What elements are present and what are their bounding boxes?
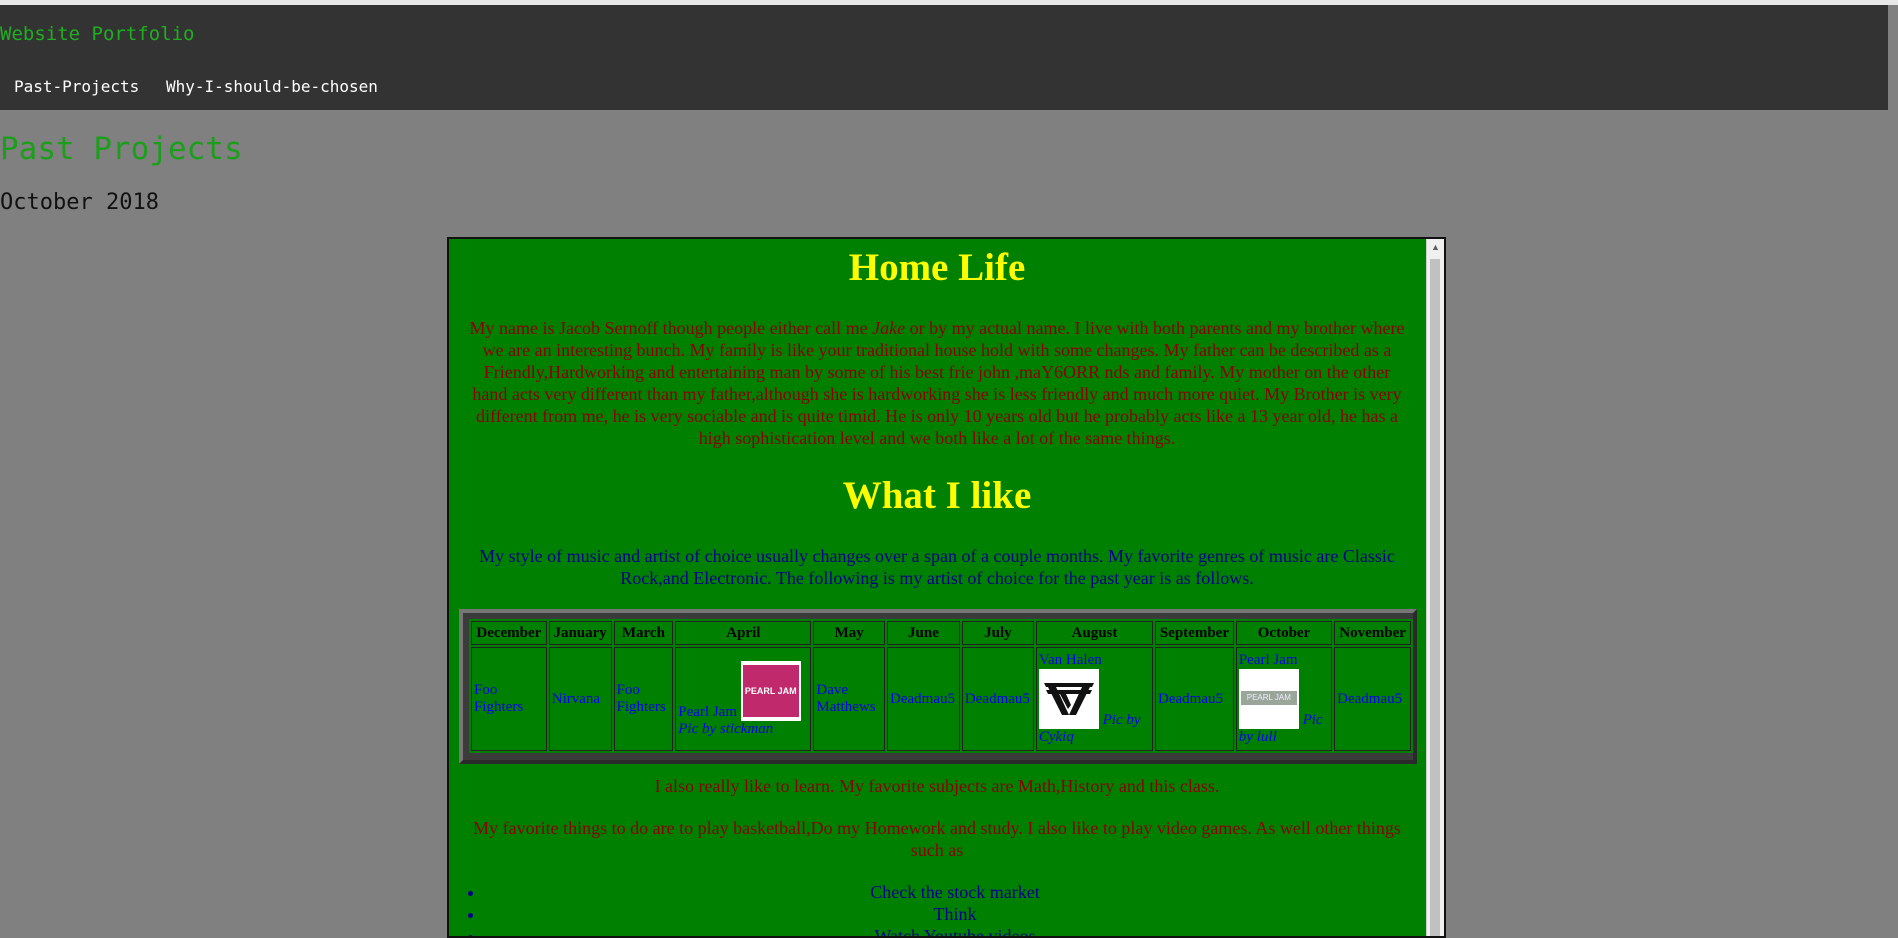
artist-link-august[interactable]: Van Halen (1039, 652, 1102, 668)
artist-link-july[interactable]: Deadmau5 (965, 691, 1030, 707)
nav-link-why-i-should-be-chosen[interactable]: Why-I-should-be-chosen (166, 77, 378, 96)
artist-link-march[interactable]: Foo Fighters (617, 682, 666, 715)
van-halen-logo-icon (1043, 683, 1094, 715)
nickname: Jake (872, 318, 906, 338)
cell-december: Foo Fighters (471, 647, 547, 751)
music-paragraph: My style of music and artist of choice u… (479, 546, 1395, 588)
header-november: November (1334, 621, 1411, 645)
what-i-like-heading: What I like (842, 474, 1032, 517)
page-date: October 2018 (0, 190, 159, 215)
site-title[interactable]: Website Portfolio (0, 23, 194, 45)
pearl-jam-logo-image-2: PEARL JAM (1238, 669, 1299, 729)
home-life-heading: Home Life (848, 246, 1026, 289)
scroll-thumb[interactable] (1430, 259, 1440, 936)
cell-may: Dave Matthews (813, 647, 886, 751)
van-halen-logo-image (1038, 669, 1099, 729)
cell-november: Deadmau5 (1334, 647, 1411, 751)
list-item: Think (485, 903, 1425, 925)
table-row: Foo Fighters Nirvana Foo Fighters Pearl … (471, 647, 1411, 751)
pearl-jam-logo-text: PEARL JAM (742, 664, 799, 717)
favorite-things-paragraph: My favorite things to do are to play bas… (473, 818, 1401, 860)
header-april: April (675, 621, 812, 645)
artist-link-may[interactable]: Dave Matthews (816, 682, 875, 715)
cell-october: Pearl Jam PEARL JAM Pic by lull (1235, 647, 1333, 751)
list-item: Watch Youtube videos (485, 925, 1425, 936)
artist-link-january[interactable]: Nirvana (552, 691, 600, 707)
embedded-project-frame[interactable]: Home Life My name is Jacob Sernoff thoug… (447, 237, 1446, 938)
nav-link-past-projects[interactable]: Past-Projects (14, 77, 139, 96)
artist-link-december[interactable]: Foo Fighters (474, 682, 523, 715)
cell-june: Deadmau5 (887, 647, 960, 751)
pearl-jam-logo-image: PEARL JAM (740, 660, 801, 721)
photo-credit-april[interactable]: Pic by stickman (678, 721, 773, 737)
artist-link-april[interactable]: Pearl Jam (678, 704, 737, 720)
header-may: May (813, 621, 886, 645)
page-title: Past Projects (0, 131, 243, 167)
cell-july: Deadmau5 (961, 647, 1034, 751)
header-january: January (548, 621, 612, 645)
header-june: June (887, 621, 960, 645)
home-life-text-start: My name is Jacob Sernoff though people e… (469, 318, 873, 338)
header-august: August (1035, 621, 1154, 645)
scroll-up-arrow-icon[interactable]: ▲ (1427, 239, 1444, 256)
list-item: Check the stock market (485, 881, 1425, 903)
table-header-row: December January March April May June Ju… (471, 621, 1411, 645)
artist-link-november[interactable]: Deadmau5 (1337, 691, 1402, 707)
artist-table-container: December January March April May June Ju… (459, 609, 1417, 764)
header-october: October (1235, 621, 1333, 645)
frame-content: Home Life My name is Jacob Sernoff thoug… (449, 239, 1425, 936)
cell-april: Pearl Jam PEARL JAM Pic by stickman (675, 647, 812, 751)
cell-august: Van Halen Pic by Cykiq (1035, 647, 1154, 751)
artist-link-october[interactable]: Pearl Jam (1239, 652, 1298, 668)
header-december: December (471, 621, 547, 645)
cell-january: Nirvana (548, 647, 612, 751)
top-navbar: Website Portfolio Past-Projects Why-I-sh… (0, 5, 1888, 110)
header-july: July (961, 621, 1034, 645)
artist-of-month-table: December January March April May June Ju… (469, 619, 1413, 753)
things-list: Check the stock market Think Watch Youtu… (449, 881, 1425, 936)
frame-scrollbar[interactable]: ▲ (1426, 239, 1444, 936)
artist-link-june[interactable]: Deadmau5 (890, 691, 955, 707)
header-september: September (1155, 621, 1234, 645)
header-march: March (613, 621, 674, 645)
cell-march: Foo Fighters (613, 647, 674, 751)
pearl-jam-logo-text-2: PEARL JAM (1240, 691, 1297, 705)
cell-september: Deadmau5 (1155, 647, 1234, 751)
artist-link-september[interactable]: Deadmau5 (1158, 691, 1223, 707)
home-life-paragraph: My name is Jacob Sernoff though people e… (467, 317, 1407, 449)
learn-paragraph: I also really like to learn. My favorite… (654, 776, 1220, 796)
